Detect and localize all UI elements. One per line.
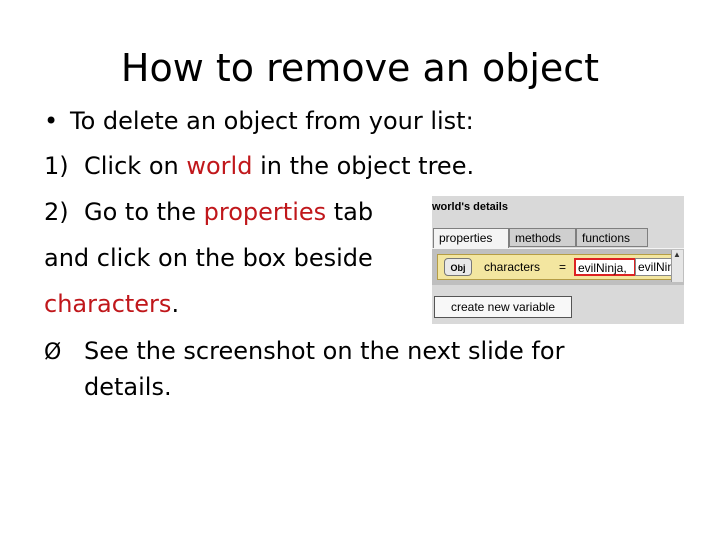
step-2-line-2: and click on the box beside — [44, 244, 373, 272]
bullet-line: • To delete an object from your list: — [44, 106, 474, 136]
arrow-bullet-icon: Ø — [44, 340, 62, 365]
step-1-number: 1) — [44, 152, 69, 180]
step-2-highlight: properties — [203, 198, 327, 226]
step-2: 2) Go to the properties tab — [44, 197, 373, 227]
note-line: Ø See the screenshot on the next slide fo… — [44, 336, 564, 368]
note-text-1: See the screenshot on the next slide for — [84, 337, 565, 365]
object-type-icon: Obj — [444, 258, 472, 276]
scroll-up-arrow-icon[interactable]: ▲ — [673, 251, 681, 259]
step-1-pre: Click on — [84, 152, 187, 180]
step-1-post: in the object tree. — [252, 152, 475, 180]
step-2-line-3-highlight: characters — [44, 290, 172, 318]
tab-functions[interactable]: functions — [576, 228, 648, 247]
slide-title: How to remove an object — [120, 46, 600, 90]
create-new-variable-button[interactable]: create new variable — [434, 296, 572, 318]
step-2-post: tab — [326, 198, 374, 226]
step-2-number: 2) — [44, 198, 69, 226]
step-2-pre: Go to the — [84, 198, 204, 226]
characters-property-row[interactable]: Obj characters = evilNinja, evilNin — [437, 254, 679, 280]
world-details-screenshot: world's details properties methods funct… — [428, 196, 684, 324]
step-2-line-3-post: . — [171, 290, 180, 318]
bullet-marker: • — [44, 107, 59, 135]
property-value-box-highlighted[interactable]: evilNinja, — [574, 258, 636, 276]
step-1: 1) Click on world in the object tree. — [44, 151, 474, 181]
panel-scrollbar[interactable]: ▲ — [671, 250, 683, 282]
step-1-highlight: world — [186, 152, 253, 180]
note-text-2: details. — [84, 373, 172, 401]
bullet-text: To delete an object from your list: — [70, 107, 474, 135]
properties-panel: Obj characters = evilNinja, evilNin — [432, 248, 684, 285]
tab-methods[interactable]: methods — [509, 228, 576, 247]
details-title: world's details — [432, 201, 508, 213]
property-name: characters — [484, 260, 541, 274]
tab-properties[interactable]: properties — [433, 228, 509, 249]
property-equals: = — [559, 260, 567, 274]
step-2-line-3: characters. — [44, 289, 179, 319]
